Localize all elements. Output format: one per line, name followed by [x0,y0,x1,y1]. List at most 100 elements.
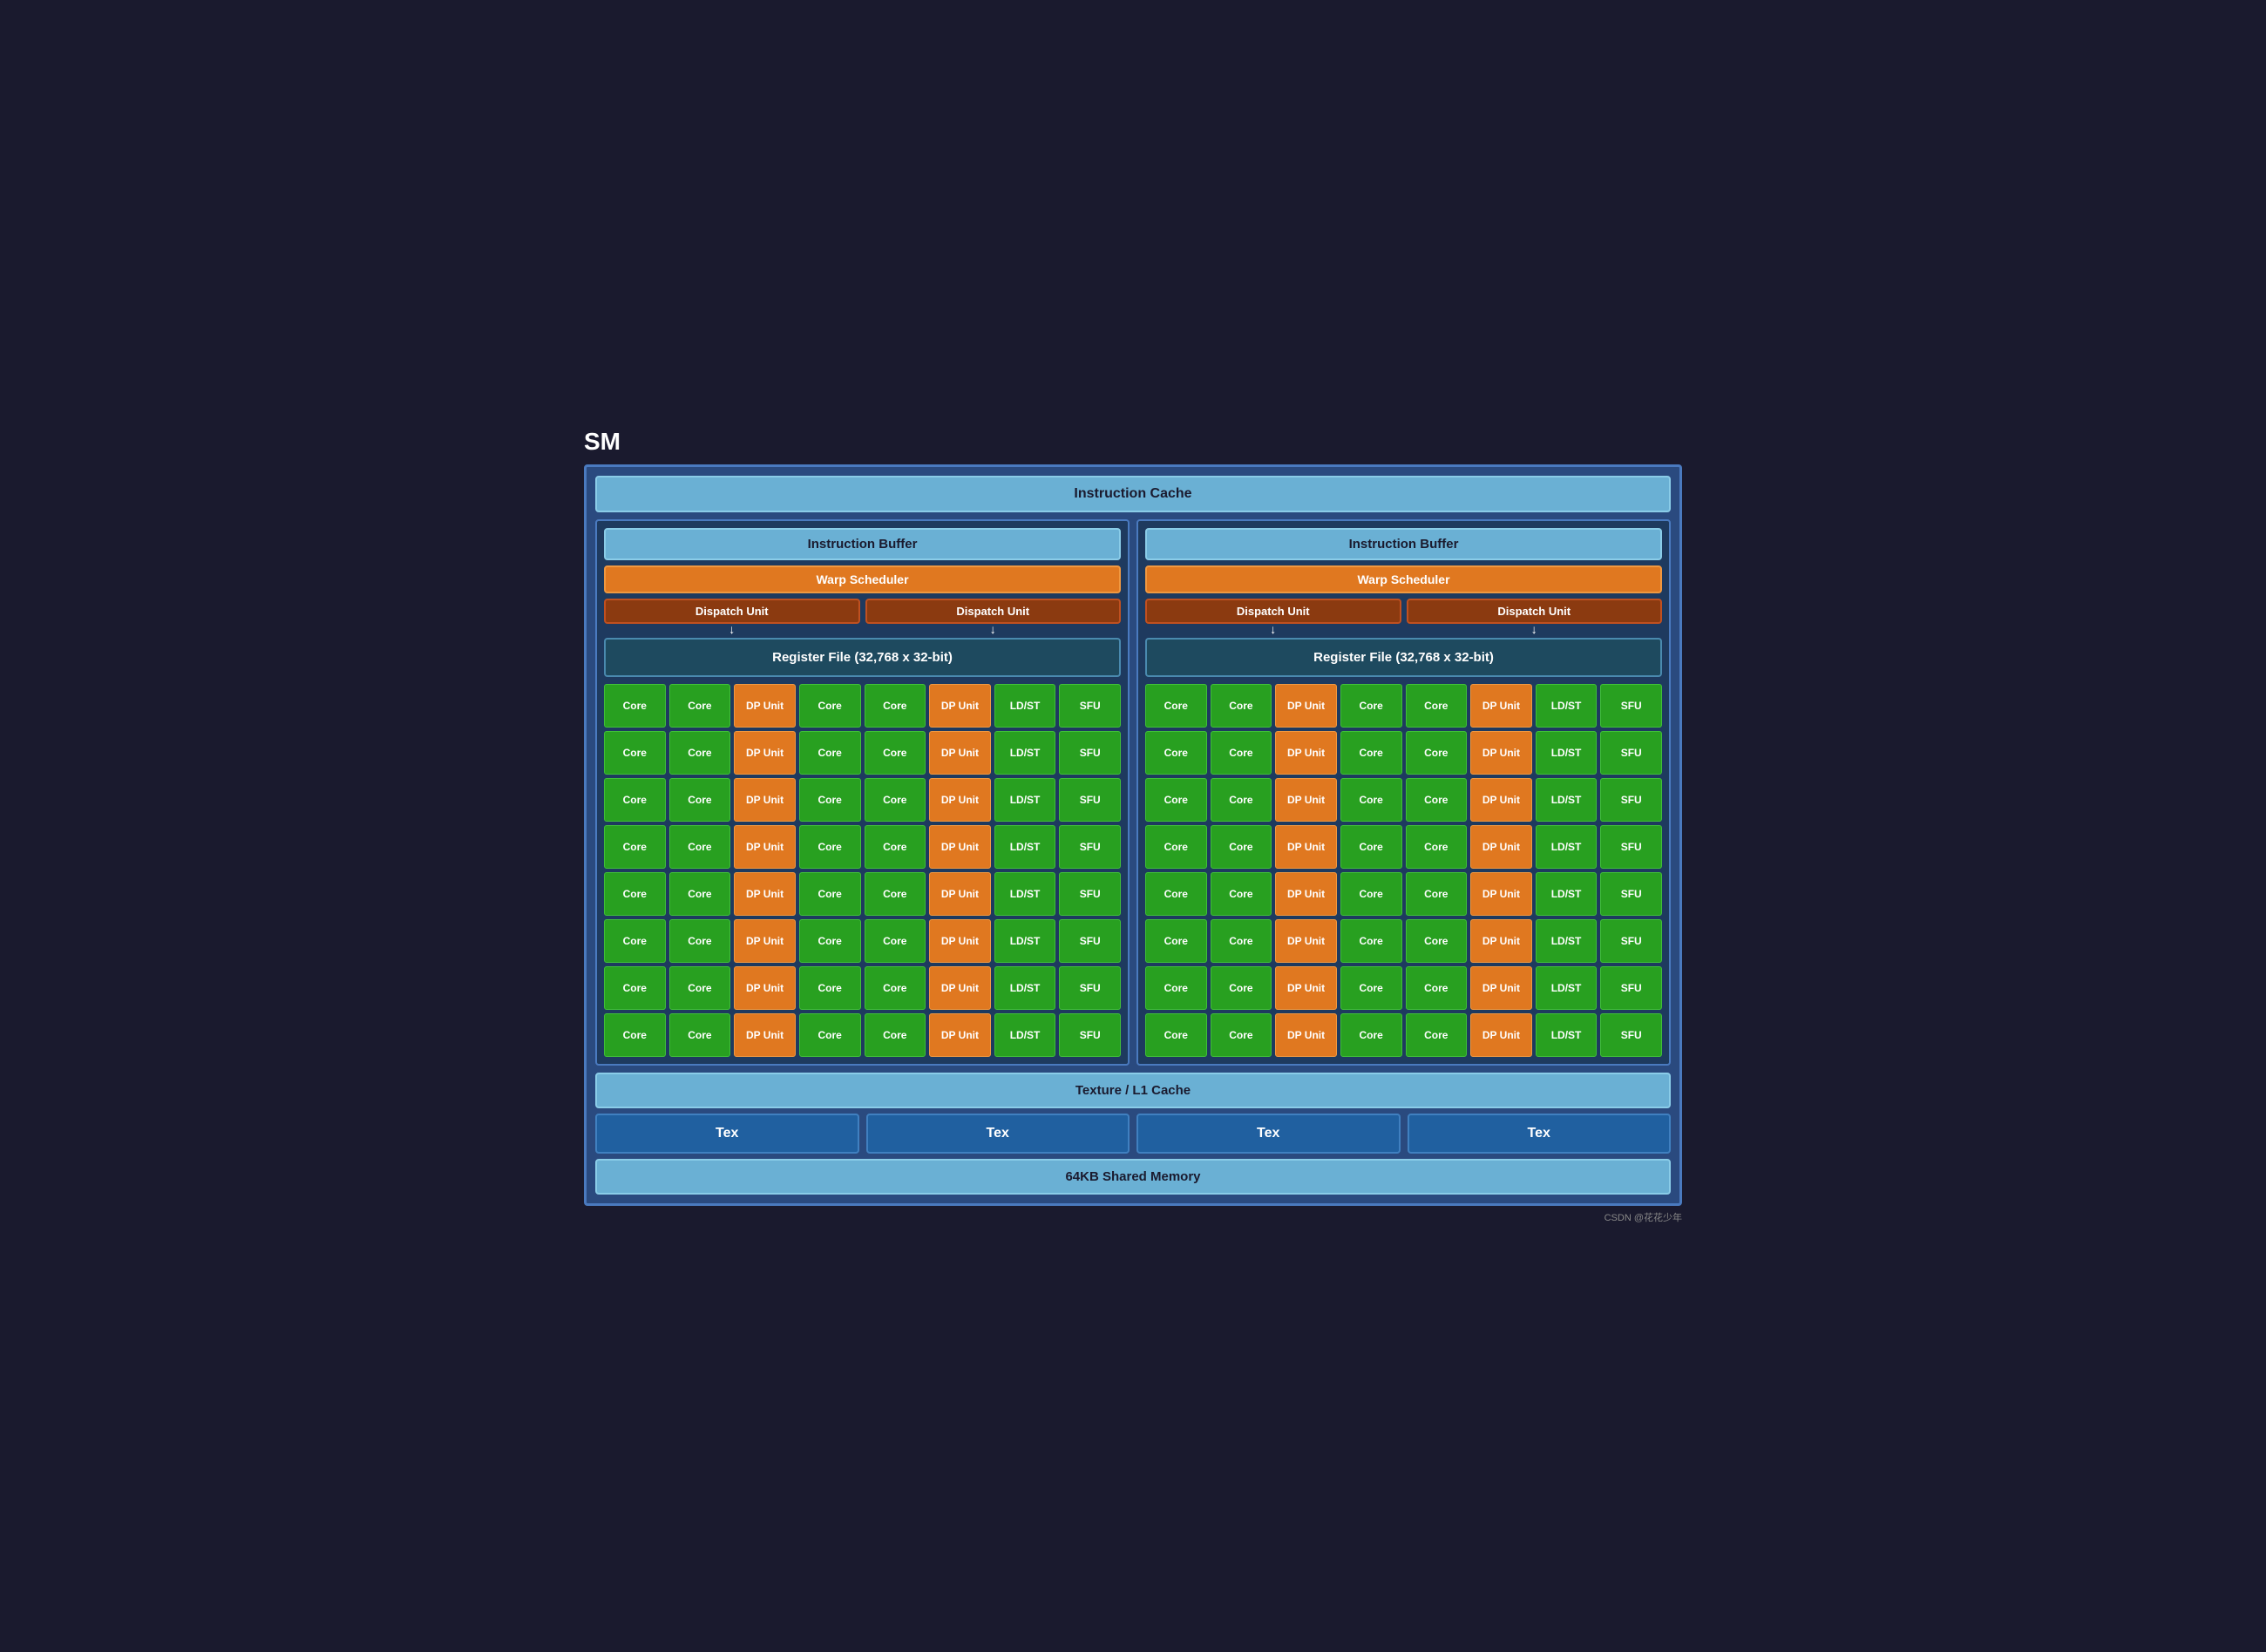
grid-cell: Core [1211,1013,1272,1057]
grid-cell: DP Unit [1470,1013,1532,1057]
grid-cell: SFU [1059,731,1121,775]
grid-cell: DP Unit [1470,778,1532,822]
left-dispatch-row: Dispatch Unit Dispatch Unit [604,599,1121,624]
grid-cell: DP Unit [929,966,991,1010]
grid-cell: Core [1145,778,1207,822]
grid-cell: LD/ST [1536,825,1598,869]
grid-cell: Core [669,778,731,822]
grid-cell: DP Unit [1470,966,1532,1010]
grid-cell: SFU [1600,1013,1662,1057]
right-instruction-buffer: Instruction Buffer [1145,528,1662,560]
left-warp-scheduler: Warp Scheduler [604,565,1121,593]
grid-cell: DP Unit [734,1013,796,1057]
grid-cell: Core [799,1013,861,1057]
grid-cell: Core [1145,872,1207,916]
grid-cell: LD/ST [994,684,1056,728]
grid-cell: DP Unit [929,684,991,728]
grid-cell: Core [865,919,926,963]
grid-cell: DP Unit [929,872,991,916]
grid-cell: Core [604,872,666,916]
grid-cell: Core [669,825,731,869]
right-dispatch-unit-1: Dispatch Unit [1145,599,1401,624]
grid-cell: SFU [1059,919,1121,963]
grid-cell: Core [604,731,666,775]
grid-cell: DP Unit [1470,872,1532,916]
grid-cell: LD/ST [1536,778,1598,822]
left-dispatch-unit-1: Dispatch Unit [604,599,860,624]
grid-cell: Core [1406,731,1468,775]
grid-cell: DP Unit [929,731,991,775]
grid-cell: SFU [1600,778,1662,822]
grid-cell: LD/ST [994,966,1056,1010]
grid-cell: Core [799,966,861,1010]
grid-cell: SFU [1600,684,1662,728]
grid-cell: Core [1145,1013,1207,1057]
grid-cell: Core [1340,731,1402,775]
texture-cache: Texture / L1 Cache [595,1073,1671,1108]
grid-cell: LD/ST [994,919,1056,963]
grid-cell: Core [1340,919,1402,963]
grid-cell: LD/ST [1536,684,1598,728]
grid-cell: Core [799,872,861,916]
grid-cell: DP Unit [1275,966,1337,1010]
grid-cell: DP Unit [1470,919,1532,963]
grid-cell: SFU [1059,778,1121,822]
grid-cell: SFU [1600,872,1662,916]
grid-cell: Core [669,684,731,728]
left-half: Instruction Buffer Warp Scheduler Dispat… [595,519,1130,1066]
grid-cell: Core [1406,825,1468,869]
grid-cell: Core [669,731,731,775]
grid-cell: DP Unit [734,872,796,916]
grid-cell: DP Unit [1275,919,1337,963]
grid-cell: DP Unit [929,1013,991,1057]
grid-cell: Core [865,872,926,916]
grid-cell: Core [604,966,666,1010]
grid-cell: DP Unit [1275,731,1337,775]
grid-cell: LD/ST [1536,966,1598,1010]
grid-cell: Core [1211,731,1272,775]
grid-cell: Core [1406,1013,1468,1057]
grid-cell: Core [1340,966,1402,1010]
grid-cell: LD/ST [1536,731,1598,775]
grid-cell: Core [1145,919,1207,963]
grid-cell: DP Unit [734,919,796,963]
grid-cell: SFU [1600,919,1662,963]
bottom-section: Texture / L1 Cache Tex Tex Tex Tex 64KB … [595,1073,1671,1195]
sm-box: Instruction Cache Instruction Buffer War… [584,464,1682,1206]
grid-cell: DP Unit [734,966,796,1010]
grid-cell: SFU [1059,825,1121,869]
grid-cell: Core [799,731,861,775]
grid-cell: Core [604,1013,666,1057]
grid-cell: SFU [1059,684,1121,728]
right-warp-scheduler: Warp Scheduler [1145,565,1662,593]
grid-cell: Core [799,684,861,728]
grid-cell: DP Unit [1470,684,1532,728]
grid-cell: DP Unit [1470,731,1532,775]
grid-cell: LD/ST [994,872,1056,916]
tex-unit-2: Tex [866,1114,1130,1154]
grid-cell: Core [1211,825,1272,869]
right-register-file: Register File (32,768 x 32-bit) [1145,638,1662,677]
grid-cell: LD/ST [1536,872,1598,916]
grid-cell: Core [799,778,861,822]
grid-cell: DP Unit [1470,825,1532,869]
grid-cell: Core [865,1013,926,1057]
grid-cell: Core [799,825,861,869]
grid-cell: Core [1145,825,1207,869]
grid-cell: Core [1406,966,1468,1010]
grid-cell: Core [1211,966,1272,1010]
grid-cell: SFU [1059,966,1121,1010]
grid-cell: Core [865,731,926,775]
grid-cell: Core [865,684,926,728]
grid-cell: Core [1145,966,1207,1010]
left-instruction-buffer: Instruction Buffer [604,528,1121,560]
grid-cell: Core [799,919,861,963]
grid-cell: SFU [1059,1013,1121,1057]
grid-cell: Core [1340,778,1402,822]
grid-cell: Core [1340,684,1402,728]
grid-cell: Core [1211,778,1272,822]
grid-cell: Core [1211,684,1272,728]
grid-cell: SFU [1600,731,1662,775]
grid-cell: DP Unit [734,825,796,869]
grid-cell: Core [669,872,731,916]
